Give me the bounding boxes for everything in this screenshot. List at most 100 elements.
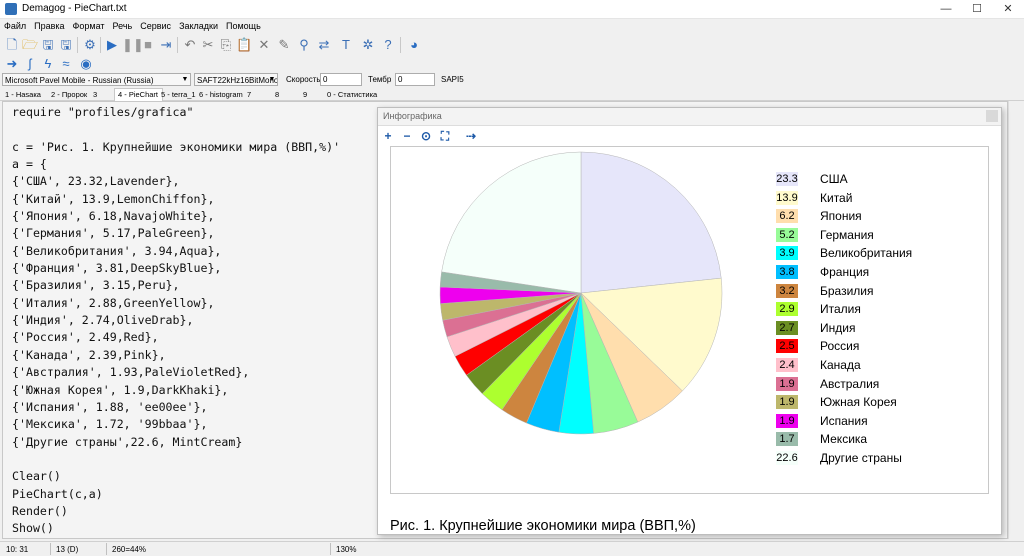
function-icon[interactable]: ʃ: [22, 56, 38, 72]
engine-label: SAPI5: [441, 75, 464, 84]
legend-value: 3.2: [776, 283, 798, 298]
legend-label: Мексика: [820, 432, 868, 447]
tab-3[interactable]: 3: [90, 89, 117, 100]
arrow-right-icon[interactable]: ➜: [4, 56, 20, 72]
legend-value: 3.8: [776, 265, 798, 279]
help-icon[interactable]: ?: [380, 37, 396, 53]
infographic-close-button[interactable]: [986, 110, 998, 122]
legend-value: 13.9: [776, 190, 798, 205]
copy-icon[interactable]: ⎘: [218, 37, 234, 53]
main-toolbar: 🗋 🗁 🖫 🖫 ⚙ ▶ ❚❚ ■ ⇥ ↶ ✂ ⎘ 📋 ✕ ✎ ⚲ ⇄ T ✲ ?…: [0, 35, 1024, 55]
legend-value: 2.7: [776, 320, 798, 335]
cut-icon[interactable]: ✂: [200, 37, 216, 53]
legend-label: Япония: [820, 209, 862, 224]
zoom-level: 130%: [336, 545, 357, 554]
menu-speech[interactable]: Речь: [109, 19, 137, 33]
tab-7[interactable]: 7: [244, 89, 275, 100]
gear-icon[interactable]: ✲: [360, 37, 376, 53]
paste-icon[interactable]: 📋: [236, 37, 252, 53]
pie-chart: [439, 151, 723, 435]
lightning-icon[interactable]: ϟ: [40, 56, 56, 72]
zoom-in-icon[interactable]: +: [381, 129, 395, 143]
step-icon[interactable]: ⇥: [158, 37, 174, 53]
stop-icon[interactable]: ■: [140, 37, 156, 53]
menu-help[interactable]: Помощь: [222, 19, 265, 33]
voice-select[interactable]: Microsoft Pavel Mobile - Russian (Russia…: [2, 73, 191, 86]
legend-value: 1.9: [776, 413, 798, 428]
export-arrow-icon[interactable]: ⇢: [464, 129, 478, 143]
timbre-label: Тембр: [368, 75, 392, 84]
legend-label: Другие страны: [820, 451, 902, 465]
save-all-icon[interactable]: 🖫: [58, 37, 74, 53]
app-icon: [5, 3, 17, 15]
tab-9[interactable]: 9: [300, 89, 327, 100]
legend-label: США: [820, 172, 848, 186]
menu-service[interactable]: Сервис: [136, 19, 175, 33]
legend-label: Китай: [820, 190, 853, 205]
tab-6[interactable]: 6 - histogram: [196, 89, 247, 100]
text-icon[interactable]: T: [338, 37, 354, 53]
maximize-button[interactable]: ☐: [962, 0, 992, 18]
document-tabs: 1 - Наsaка 2 - Пророк 3 4 - PieChart 5 -…: [0, 88, 1024, 101]
legend-label: Франция: [820, 265, 870, 279]
close-button[interactable]: ✕: [993, 0, 1023, 18]
menu-edit[interactable]: Правка: [30, 19, 68, 33]
legend-value: 1.9: [776, 376, 798, 391]
title-bar: Demagog - PieChart.txt — ☐ ✕: [0, 0, 1024, 19]
settings-wheel-icon[interactable]: ⚙: [82, 37, 98, 53]
infographic-title-bar: Инфографика: [378, 108, 1001, 126]
tab-5[interactable]: 5 - terra_1: [158, 89, 199, 100]
legend-value: 23.3: [776, 172, 798, 186]
cursor-position: 10: 31: [6, 545, 29, 554]
eye-icon[interactable]: ◉: [78, 56, 94, 72]
editor-scrollbar[interactable]: [1008, 101, 1024, 539]
zoom-out-icon[interactable]: −: [400, 129, 414, 143]
legend-value: 1.7: [776, 432, 798, 447]
pause-icon[interactable]: ❚❚: [122, 37, 144, 53]
secondary-toolbar: ➜ ʃ ϟ ≈ ◉: [0, 54, 1024, 74]
menu-format[interactable]: Формат: [69, 19, 109, 33]
legend-label: Великобритания: [820, 246, 913, 261]
new-file-icon[interactable]: 🗋: [4, 37, 20, 53]
open-folder-icon[interactable]: 🗁: [22, 37, 38, 53]
tab-8[interactable]: 8: [272, 89, 303, 100]
edit-icon[interactable]: ✎: [276, 37, 292, 53]
reset-zoom-icon[interactable]: ⊙: [419, 129, 433, 143]
tab-4-piechart[interactable]: 4 - PieChart: [114, 88, 163, 101]
save-icon[interactable]: 🖫: [40, 37, 56, 53]
legend-value: 2.5: [776, 339, 798, 354]
legend-value: 6.2: [776, 209, 798, 224]
fit-screen-icon[interactable]: ⛶: [438, 129, 452, 143]
minimize-button[interactable]: —: [931, 0, 961, 18]
pie-slice: [441, 151, 582, 294]
undo-icon[interactable]: ↶: [182, 37, 198, 53]
delete-icon[interactable]: ✕: [256, 37, 272, 53]
line-count: 13 (D): [56, 545, 79, 554]
speed-label: Скорость: [286, 75, 321, 84]
timbre-stepper[interactable]: 0: [395, 73, 435, 86]
legend-value: 1.9: [776, 395, 798, 410]
tab-1[interactable]: 1 - Наsaка: [2, 89, 51, 100]
find-icon[interactable]: ⚲: [296, 37, 312, 53]
infographic-title: Инфографика: [383, 111, 442, 121]
speed-stepper[interactable]: 0: [320, 73, 362, 86]
legend-label: Канада: [820, 358, 861, 372]
replace-icon[interactable]: ⇄: [316, 37, 332, 53]
code-text[interactable]: require "profiles/grafica" c = 'Рис. 1. …: [12, 104, 340, 538]
legend-label: Австралия: [820, 376, 880, 391]
legend-label: Россия: [820, 339, 860, 354]
infographic-toolbar: + − ⊙ ⛶ ⇢: [378, 126, 1001, 146]
infographic-window: Инфографика + − ⊙ ⛶ ⇢ 23.3 США 13.9 Китай 6.…: [377, 107, 1002, 535]
globe-icon[interactable]: ◕: [406, 37, 422, 53]
legend-value: 3.9: [776, 246, 798, 261]
legend-value: 22.6: [776, 451, 798, 465]
menu-bookmarks[interactable]: Закладки: [175, 19, 222, 33]
audio-format-select[interactable]: SAFT22kHz16BitMono ▼: [194, 73, 278, 86]
play-icon[interactable]: ▶: [104, 37, 120, 53]
chart-area: 23.3 США 13.9 Китай 6.2 Япония 5.2 Германия 3.9 В…: [390, 146, 989, 494]
chart-caption: Рис. 1. Крупнейшие экономики мира (ВВП,%…: [390, 518, 696, 534]
menu-file[interactable]: Файл: [0, 19, 30, 33]
tab-2[interactable]: 2 - Пророк: [48, 89, 93, 100]
wave-icon[interactable]: ≈: [58, 56, 74, 72]
tab-0-statistics[interactable]: 0 - Статистика: [324, 89, 379, 100]
